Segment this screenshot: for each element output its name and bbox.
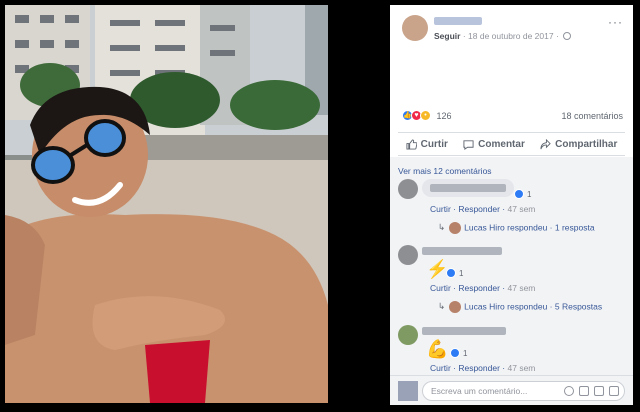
comment-button[interactable]: Comentar [463, 139, 525, 150]
share-icon [540, 138, 551, 149]
comment-bubble [422, 179, 514, 197]
comment-reply-link[interactable]: Responder [458, 204, 500, 214]
commenter-name-blurred[interactable] [422, 247, 502, 255]
post-header: Seguir · 18 de outubro de 2017 · ··· [390, 5, 633, 45]
thumbs-up-icon [406, 138, 417, 150]
globe-icon [563, 32, 572, 40]
comment-item: 1 Curtir · Responder · 47 sem ↳ Lucas Hir… [398, 179, 625, 249]
comment-like-link[interactable]: Curtir [430, 363, 451, 373]
follow-link[interactable]: Seguir [434, 31, 460, 41]
gif-icon[interactable] [594, 386, 604, 396]
reply-count: 5 Respostas [554, 301, 603, 312]
comment-actions: Curtir · Responder · 47 sem [430, 283, 536, 293]
comment-reply-link[interactable]: Responder [458, 363, 500, 373]
view-more-comments-link[interactable]: Ver mais 12 comentários [398, 166, 492, 176]
replies-link[interactable]: ↳ Lucas Hiro respondeu · 1 resposta [438, 222, 595, 234]
comment-actions: Curtir · Responder · 47 sem [430, 363, 536, 373]
comment-like-icon [450, 348, 460, 358]
comment-item: 💪 1 Curtir · Responder · 47 sem [398, 325, 625, 377]
reactions-bar[interactable]: 👍 ♥ • 126 18 comentários [402, 110, 623, 124]
reply-action: respondeu [507, 222, 548, 233]
share-label: Compartilhar [555, 138, 618, 150]
share-button[interactable]: Compartilhar [540, 138, 618, 150]
comment-reaction-count[interactable]: 1 [459, 269, 463, 278]
reply-author: Lucas Hiro [464, 301, 505, 312]
comment-time[interactable]: 47 sem [508, 283, 536, 293]
comment-like-link[interactable]: Curtir [430, 204, 451, 214]
current-user-avatar [398, 381, 418, 401]
wow-reaction-icon: • [420, 110, 431, 122]
reply-author: Lucas Hiro [464, 222, 505, 233]
reply-arrow-icon: ↳ [438, 222, 446, 233]
like-label: Curtir [420, 138, 448, 150]
commenter-avatar[interactable] [398, 179, 418, 199]
commenter-avatar[interactable] [398, 245, 418, 265]
comments-section: Ver mais 12 comentários 1 Curtir · Respo… [390, 157, 633, 375]
comment-like-link[interactable]: Curtir [430, 283, 451, 293]
comment-bubble [422, 245, 518, 257]
comment-reaction-count[interactable]: 1 [527, 190, 531, 199]
more-options-icon[interactable]: ··· [608, 15, 623, 29]
reply-count: 1 resposta [554, 222, 595, 233]
commenter-name-blurred[interactable] [430, 184, 506, 192]
comment-time[interactable]: 47 sem [508, 204, 536, 214]
comment-item: ⚡ 1 Curtir · Responder · 47 sem ↳ Lucas H… [398, 245, 625, 315]
comment-label: Comentar [478, 138, 525, 150]
comment-bubble [422, 325, 514, 337]
like-button[interactable]: Curtir [406, 139, 448, 150]
commenter-avatar[interactable] [398, 325, 418, 345]
comment-actions: Curtir · Responder · 47 sem [430, 204, 536, 214]
comment-reaction-count[interactable]: 1 [463, 349, 467, 358]
photo-illustration [5, 5, 328, 403]
emoji-icon[interactable] [564, 386, 574, 396]
composer-icons [564, 386, 619, 396]
reply-author-avatar [449, 222, 462, 234]
comment-composer [390, 375, 633, 405]
flexed-bicep-emoji: 💪 [426, 339, 449, 359]
comment-reply-link[interactable]: Responder [458, 283, 500, 293]
comment-icon [463, 139, 474, 150]
comment-like-icon [514, 189, 524, 199]
post-actions: Curtir Comentar Compartilhar [398, 132, 625, 156]
comment-time[interactable]: 47 sem [508, 363, 536, 373]
reaction-count[interactable]: 126 [437, 111, 452, 121]
author-name-blurred[interactable] [434, 17, 482, 25]
post-date[interactable]: 18 de outubro de 2017 [468, 31, 554, 41]
reply-action: respondeu [507, 301, 548, 312]
post-panel: Seguir · 18 de outubro de 2017 · ··· 👍 ♥ •… [390, 5, 633, 405]
comment-like-icon [446, 268, 456, 278]
author-avatar[interactable] [402, 15, 428, 41]
post-meta: Seguir · 18 de outubro de 2017 · [434, 31, 572, 41]
lightning-emoji: ⚡ [426, 259, 449, 279]
sticker-icon[interactable] [609, 386, 619, 396]
camera-icon[interactable] [579, 386, 589, 396]
commenter-name-blurred[interactable] [422, 327, 506, 335]
comments-count[interactable]: 18 comentários [561, 111, 623, 121]
reply-arrow-icon: ↳ [438, 301, 446, 312]
reply-author-avatar [449, 301, 462, 313]
post-photo[interactable] [5, 5, 328, 403]
replies-link[interactable]: ↳ Lucas Hiro respondeu · 5 Respostas [438, 301, 602, 313]
